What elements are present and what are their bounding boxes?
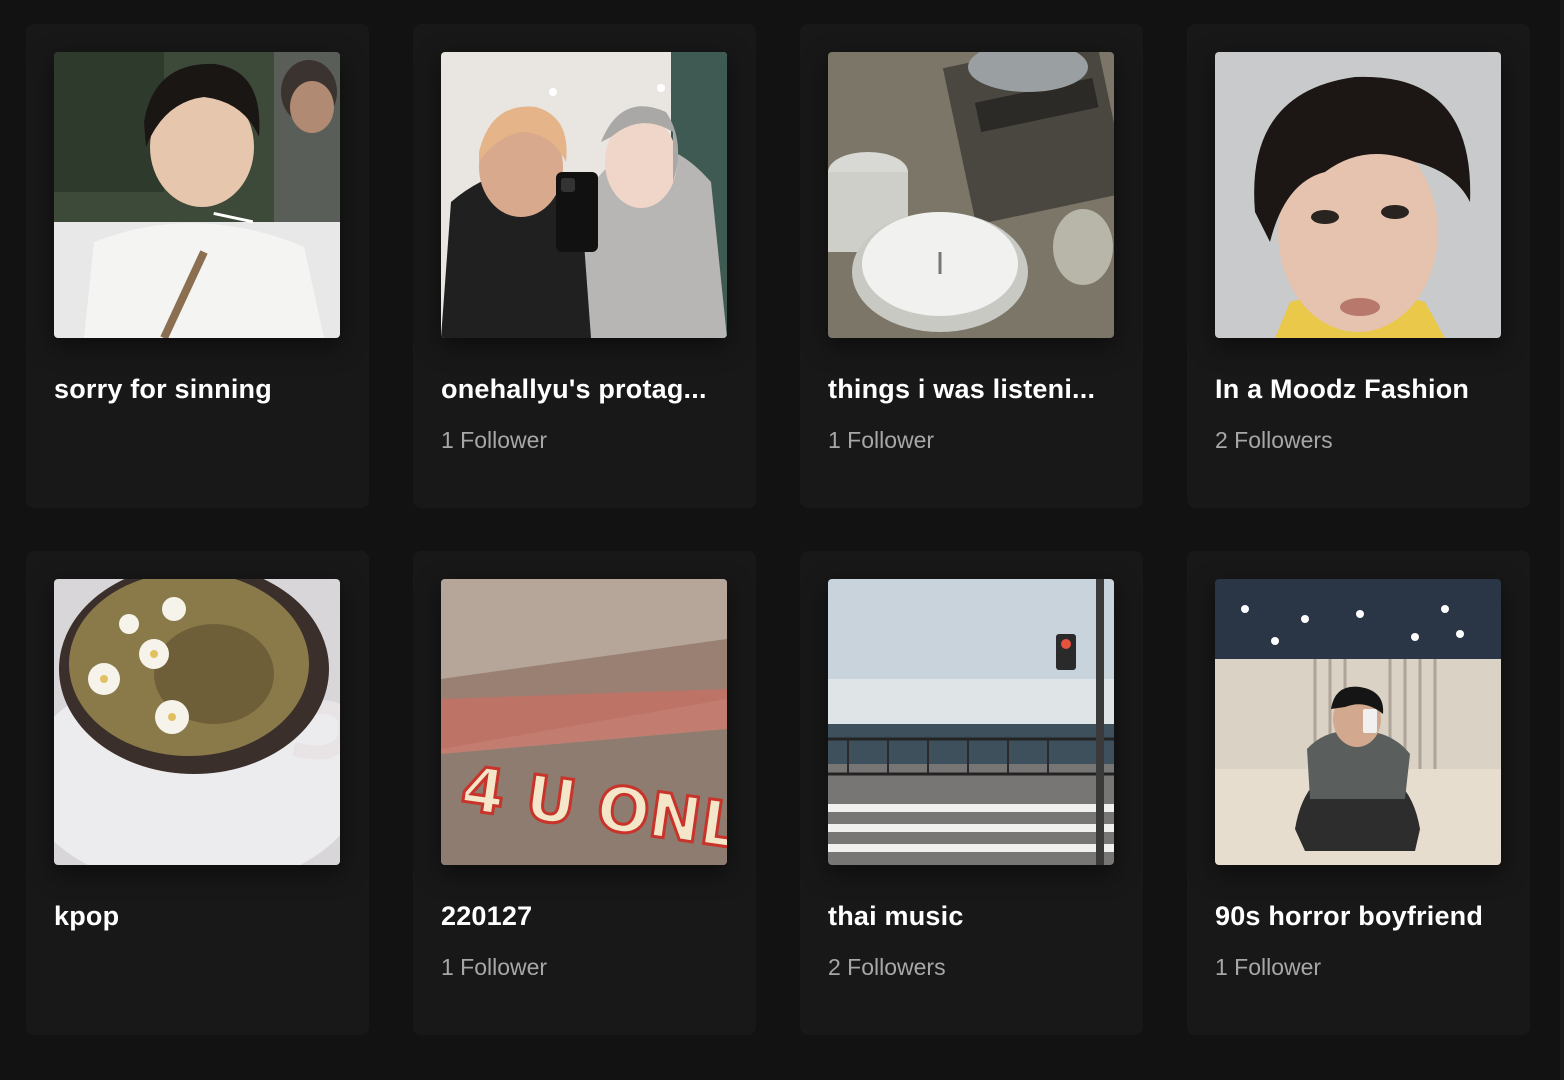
playlist-card[interactable]: kpop [26, 551, 369, 1035]
teacup-photo-icon [54, 579, 340, 865]
candle-photo-icon [828, 52, 1114, 338]
playlist-followers: 1 Follower [441, 954, 548, 980]
playlist-title[interactable]: 90s horror boyfriend [1215, 901, 1505, 932]
playlist-title[interactable]: things i was listeni... [828, 374, 1118, 405]
playlist-followers: 1 Follower [441, 427, 548, 453]
dance-studio-photo-icon [1215, 579, 1501, 865]
playlist-followers: 1 Follower [1215, 954, 1322, 980]
playlist-followers: 1 Follower [828, 427, 935, 453]
playlist-title[interactable]: In a Moodz Fashion [1215, 374, 1505, 405]
playlist-card[interactable]: In a Moodz Fashion 2 Followers [1187, 24, 1530, 508]
portrait-photo-icon [1215, 52, 1501, 338]
neon-sign-photo-icon: 4 U ONLY [441, 579, 727, 865]
playlist-title[interactable]: onehallyu's protag... [441, 374, 731, 405]
playlist-followers: 2 Followers [828, 954, 946, 980]
playlist-card[interactable]: things i was listeni... 1 Follower [800, 24, 1143, 508]
seaside-photo-icon [828, 579, 1114, 865]
playlist-card[interactable]: onehallyu's protag... 1 Follower [413, 24, 756, 508]
playlist-title[interactable]: sorry for sinning [54, 374, 344, 405]
playlist-title[interactable]: thai music [828, 901, 1118, 932]
playlist-title[interactable]: 220127 [441, 901, 731, 932]
playlist-followers: 2 Followers [1215, 427, 1333, 453]
scrollbar-track[interactable] [1560, 0, 1564, 1080]
mirror-selfie-photo-icon [441, 52, 727, 338]
playlist-card[interactable]: 4 U ONLY 220127 1 Follower [413, 551, 756, 1035]
playlist-card[interactable]: sorry for sinning [26, 24, 369, 508]
playlist-card[interactable]: thai music 2 Followers [800, 551, 1143, 1035]
portrait-photo-icon [54, 52, 340, 338]
playlist-card[interactable]: 90s horror boyfriend 1 Follower [1187, 551, 1530, 1035]
playlist-title[interactable]: kpop [54, 901, 344, 932]
playlist-grid: sorry for sinning onehallyu's protag... … [26, 24, 1530, 1035]
